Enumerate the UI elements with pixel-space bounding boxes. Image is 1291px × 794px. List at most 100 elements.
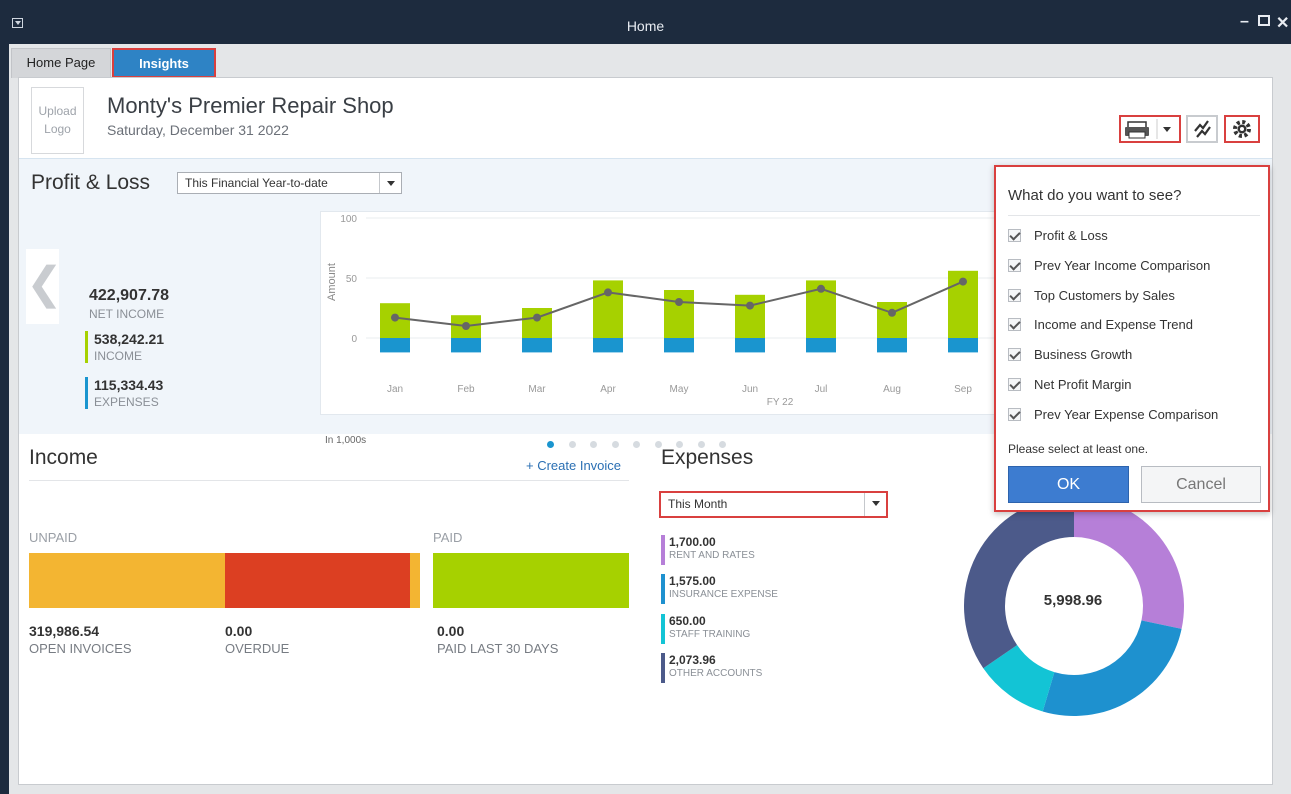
income-divider	[29, 480, 629, 481]
donut-slice[interactable]	[1042, 620, 1182, 716]
expenses-label: EXPENSES	[94, 395, 159, 409]
cancel-button[interactable]: Cancel	[1141, 466, 1261, 503]
profit-loss-period-select[interactable]: This Financial Year-to-date	[177, 172, 402, 194]
net-income-point	[959, 277, 967, 286]
option-label: Net Profit Margin	[1034, 377, 1132, 392]
expense-bar	[380, 338, 410, 353]
income-label: INCOME	[94, 349, 142, 363]
expenses-period-select[interactable]: This Month	[659, 491, 888, 518]
minimize-icon[interactable]: –	[1240, 13, 1249, 31]
paid-label: PAID	[433, 530, 463, 545]
chart-units-note: In 1,000s	[325, 435, 367, 446]
overdue-bar[interactable]	[225, 553, 410, 608]
carousel-dot-active[interactable]	[547, 441, 554, 448]
expense-color-rent	[661, 535, 665, 565]
income-expense-chart: 100 50 0 Amount Jan Feb Mar Apr May Jun Jul Aug Sep F…	[320, 211, 1021, 415]
checkbox-checked[interactable]	[1008, 348, 1021, 361]
carousel-dot[interactable]	[590, 441, 597, 448]
option-label: Business Growth	[1034, 347, 1133, 362]
expense-label-insurance: INSURANCE EXPENSE	[669, 589, 778, 600]
paid-last-30-value: 0.00	[437, 623, 465, 639]
open-invoices-value: 319,986.54	[29, 623, 100, 639]
printer-icon	[1125, 119, 1171, 139]
title-bar: Home – ✕	[0, 0, 1291, 44]
carousel-dot[interactable]	[569, 441, 576, 448]
open-invoices-bar-end[interactable]	[410, 553, 420, 608]
checkbox-checked[interactable]	[1008, 408, 1021, 421]
net-income-point	[817, 284, 825, 293]
refresh-button[interactable]	[1186, 115, 1218, 143]
income-title: Income	[29, 446, 98, 469]
option-label: Prev Year Expense Comparison	[1034, 407, 1219, 422]
checkbox-checked[interactable]	[1008, 229, 1021, 242]
option-label: Profit & Loss	[1034, 228, 1108, 243]
report-date: Saturday, December 31 2022	[107, 122, 289, 138]
expense-color-training	[661, 614, 665, 644]
expense-value-other: 2,073.96	[669, 653, 716, 667]
donut-slice[interactable]	[964, 496, 1074, 669]
y-axis-label: Amount	[326, 263, 338, 301]
expense-value-training: 650.00	[669, 614, 706, 628]
net-income-point	[888, 308, 896, 317]
expense-bar	[806, 338, 836, 353]
income-bar	[522, 308, 552, 338]
client-area: Home Page Insights Upload Logo Monty's P…	[9, 44, 1291, 794]
checkbox-checked[interactable]	[1008, 289, 1021, 302]
open-invoices-bar[interactable]	[29, 553, 225, 608]
insights-settings-popup: What do you want to see? Profit & Loss P…	[994, 165, 1270, 512]
net-income-point	[604, 288, 612, 297]
unpaid-label: UNPAID	[29, 530, 78, 545]
open-invoices-label: OPEN INVOICES	[29, 641, 132, 656]
expenses-title: Expenses	[661, 446, 754, 469]
income-bar	[735, 294, 765, 338]
x-axis-label: FY 22	[767, 397, 794, 408]
overdue-label: OVERDUE	[225, 641, 290, 656]
tab-home-page[interactable]: Home Page	[11, 48, 111, 78]
close-icon[interactable]: ✕	[1276, 13, 1289, 33]
upload-logo-button[interactable]: Upload Logo	[31, 87, 84, 154]
net-income-point	[462, 322, 470, 330]
income-value: 538,242.21	[94, 331, 165, 347]
checkbox-checked[interactable]	[1008, 378, 1021, 391]
carousel-dot[interactable]	[612, 441, 619, 448]
settings-button[interactable]	[1224, 115, 1260, 143]
expense-color-insurance	[661, 574, 665, 604]
expense-label-other: OTHER ACCOUNTS	[669, 668, 763, 679]
paid-last-30-label: PAID LAST 30 DAYS	[437, 641, 559, 656]
create-invoice-link[interactable]: + Create Invoice	[526, 458, 621, 473]
net-income-point	[391, 313, 399, 322]
expenses-period-value: This Month	[668, 497, 728, 511]
maximize-icon[interactable]	[1258, 15, 1270, 26]
carousel-dot[interactable]	[633, 441, 640, 448]
expense-value-insurance: 1,575.00	[669, 574, 716, 588]
chevron-down-icon	[379, 173, 401, 193]
option-label: Income and Expense Trend	[1034, 317, 1193, 332]
print-button[interactable]	[1119, 115, 1181, 143]
expense-bar	[664, 338, 694, 353]
net-income-point	[533, 313, 541, 322]
checkbox-checked[interactable]	[1008, 259, 1021, 272]
profit-loss-title: Profit & Loss	[31, 171, 151, 194]
tab-insights[interactable]: Insights	[112, 48, 216, 78]
profit-loss-period-value: This Financial Year-to-date	[185, 176, 328, 190]
option-label: Prev Year Income Comparison	[1034, 258, 1211, 273]
ok-button[interactable]: OK	[1008, 466, 1129, 503]
popup-note: Please select at least one.	[1008, 442, 1149, 456]
expense-bar	[451, 338, 481, 353]
income-marker	[85, 331, 88, 363]
x-tick-label: Apr	[600, 384, 616, 395]
expenses-marker	[85, 377, 88, 409]
expense-bar	[735, 338, 765, 353]
x-tick-label: Sep	[954, 384, 972, 395]
home-window: Home – ✕ Home Page Insights Upload Logo …	[0, 0, 1291, 794]
x-tick-label: Jan	[387, 384, 403, 395]
popup-divider	[1008, 215, 1260, 216]
expense-bar	[593, 338, 623, 353]
option-label: Top Customers by Sales	[1034, 288, 1175, 303]
chevron-left-icon[interactable]: ❮	[26, 249, 63, 324]
expenses-total: 5,998.96	[1043, 592, 1103, 609]
y-tick-label: 100	[340, 214, 357, 225]
net-income-value: 422,907.78	[89, 287, 170, 304]
checkbox-checked[interactable]	[1008, 318, 1021, 331]
paid-bar[interactable]	[433, 553, 629, 608]
